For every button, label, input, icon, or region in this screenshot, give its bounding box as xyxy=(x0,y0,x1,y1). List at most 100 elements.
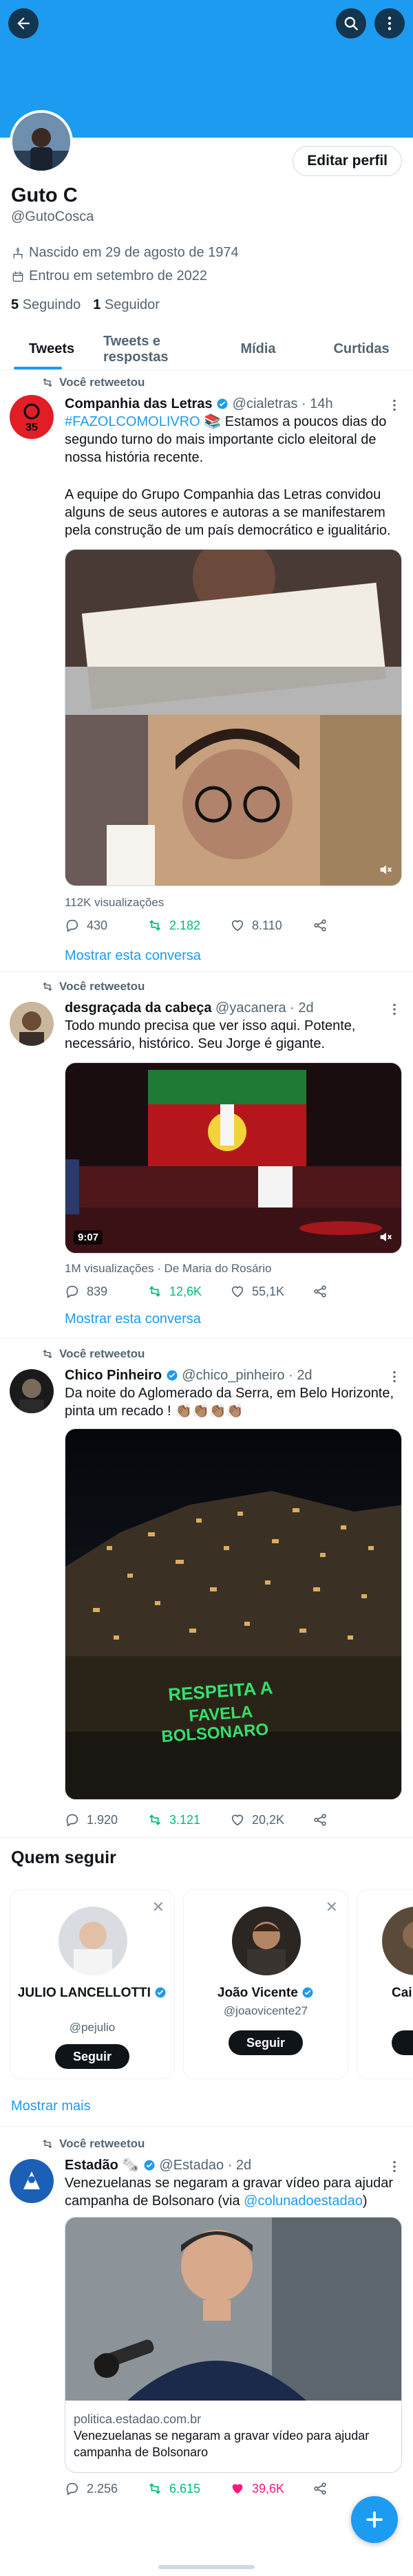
tweet-time[interactable]: 2d xyxy=(236,2158,251,2173)
more-options-button[interactable] xyxy=(374,8,405,39)
follow-button[interactable]: Seguir xyxy=(228,2030,304,2055)
tweet-author[interactable]: Chico Pinheiro xyxy=(65,1368,162,1383)
retweet-button[interactable]: 6.615 xyxy=(147,2481,230,2496)
tweet-video[interactable]: 9:07 xyxy=(65,1062,402,1254)
follow-suggestion-card[interactable]: ✕ João Vicente @joaovicente27 Seguir xyxy=(183,1889,348,2079)
video-duration: 9:07 xyxy=(74,1230,103,1245)
retweet-button[interactable]: 3.121 xyxy=(147,1812,230,1827)
like-button[interactable]: 39,6K xyxy=(230,2481,313,2496)
tab-tweets-and-replies[interactable]: Tweets e respostas xyxy=(103,329,206,369)
show-conversation-link[interactable]: Mostrar esta conversa xyxy=(65,1311,201,1327)
link-card[interactable]: politica.estadao.com.br Venezuelanas se … xyxy=(65,2217,402,2473)
hashtag-link[interactable]: #FAZOLCOMOLIVRO xyxy=(65,414,200,429)
like-button[interactable]: 55,1K xyxy=(230,1284,313,1299)
profile-avatar[interactable] xyxy=(10,110,73,173)
tweet-author[interactable]: desgraçada da cabeça xyxy=(65,1000,211,1016)
like-icon xyxy=(231,1814,244,1826)
tab-media[interactable]: Mídia xyxy=(206,329,310,369)
reply-button[interactable]: 1.920 xyxy=(65,1812,147,1827)
reply-button[interactable]: 839 xyxy=(65,1284,147,1299)
tweet-author[interactable]: Companhia das Letras xyxy=(65,396,213,411)
tweet-text: #FAZOLCOMOLIVRO 📚 Estamos a poucos dias … xyxy=(65,414,390,465)
share-button[interactable] xyxy=(313,918,395,933)
follow-suggestion-card[interactable]: ✕ JULIO LANCELLOTTI @pejulio Seguir xyxy=(10,1889,175,2079)
edit-profile-button[interactable]: Editar perfil xyxy=(293,146,402,176)
retweet-icon xyxy=(149,2483,160,2494)
tab-likes[interactable]: Curtidas xyxy=(310,329,413,369)
suggestion-name[interactable]: JULIO LANCELLOTTI xyxy=(10,1985,174,2001)
follow-button[interactable] xyxy=(392,2030,413,2055)
suggestion-name[interactable]: Cai xyxy=(392,1985,413,2001)
search-button[interactable] xyxy=(336,8,366,39)
following-link[interactable]: 5 Seguindo xyxy=(11,297,81,313)
back-button[interactable] xyxy=(8,8,39,39)
tweet-text: Todo mundo precisa que ver isso aqui. Po… xyxy=(65,1018,360,1051)
tweet-avatar[interactable] xyxy=(10,2159,54,2203)
tweet-handle[interactable]: @cialetras xyxy=(233,396,298,411)
tweet-avatar[interactable] xyxy=(10,1369,54,1413)
tweet-handle[interactable]: @yacanera xyxy=(215,1000,286,1016)
share-button[interactable] xyxy=(313,1812,395,1827)
tweet-header: desgraçada da cabeça @yacanera · 2d xyxy=(65,1000,314,1016)
tweet-views: 1M visualizações · De Maria do Rosário xyxy=(65,1262,272,1275)
who-to-follow-title: Quem seguir xyxy=(11,1848,116,1867)
retweet-icon xyxy=(43,1349,52,1359)
tweet-handle[interactable]: @Estadao xyxy=(159,2158,224,2173)
tweet-avatar[interactable] xyxy=(10,1002,54,1046)
retweet-icon xyxy=(149,1286,160,1297)
tweet-text: Venezuelanas se negaram a gravar vídeo p… xyxy=(65,2176,397,2209)
suggestion-avatar xyxy=(59,1907,127,1975)
reply-button[interactable]: 2.256 xyxy=(65,2481,147,2496)
calendar-icon xyxy=(12,271,23,281)
tweet-actions: 1.920 3.121 20,2K xyxy=(65,1812,395,1827)
tweet-text: Da noite do Aglomerado da Serra, em Belo… xyxy=(65,1386,398,1419)
birthday-text: Nascido em 29 de agosto de 1974 xyxy=(29,245,239,260)
compose-icon xyxy=(366,2511,383,2528)
follow-suggestion-card[interactable]: Cai xyxy=(357,1889,413,2079)
tab-tweets[interactable]: Tweets xyxy=(0,329,103,369)
tweet-avatar[interactable]: 35 xyxy=(10,395,54,439)
dismiss-icon[interactable]: ✕ xyxy=(326,1898,338,1916)
show-conversation-link[interactable]: Mostrar esta conversa xyxy=(65,948,201,964)
show-more-link[interactable]: Mostrar mais xyxy=(11,2099,91,2114)
tweet-time[interactable]: 14h xyxy=(310,396,332,411)
reply-icon xyxy=(66,1285,78,1298)
tweet-more-icon[interactable] xyxy=(387,2159,402,2174)
like-icon xyxy=(231,1286,244,1298)
share-button[interactable] xyxy=(313,2481,395,2496)
like-icon xyxy=(232,2484,243,2494)
tweet-more-icon[interactable] xyxy=(387,398,402,413)
tweet-time[interactable]: 2d xyxy=(297,1368,312,1383)
retweet-button[interactable]: 2.182 xyxy=(147,918,230,933)
tweet-handle[interactable]: @chico_pinheiro xyxy=(182,1368,284,1383)
share-button[interactable] xyxy=(313,1284,395,1299)
retweet-indicator: Você retweetou xyxy=(41,2137,145,2151)
verified-icon xyxy=(302,1987,313,1998)
tweet-author[interactable]: Estadão xyxy=(65,2158,118,2173)
divider xyxy=(0,2126,413,2127)
reply-button[interactable]: 430 xyxy=(65,918,147,933)
tweet-header: Chico Pinheiro @chico_pinheiro · 2d xyxy=(65,1368,313,1383)
retweet-button[interactable]: 12,6K xyxy=(147,1284,230,1299)
suggestion-name[interactable]: João Vicente xyxy=(184,1985,348,2001)
share-icon xyxy=(314,1814,326,1826)
dismiss-icon[interactable]: ✕ xyxy=(152,1898,165,1916)
tweet-image[interactable]: RESPEITA A FAVELA BOLSONARO xyxy=(65,1428,402,1800)
follow-button[interactable]: Seguir xyxy=(54,2044,130,2069)
mute-icon[interactable] xyxy=(378,862,393,877)
birthday-icon xyxy=(13,246,23,258)
mute-icon[interactable] xyxy=(378,1230,393,1245)
followers-link[interactable]: 1 Seguidor xyxy=(93,297,160,313)
mention-link[interactable]: @colunadoestadao xyxy=(244,2193,363,2209)
tweet-more-icon[interactable] xyxy=(387,1002,402,1017)
tweet-more-icon[interactable] xyxy=(387,1369,402,1384)
tweet-video[interactable] xyxy=(65,549,402,886)
retweet-icon xyxy=(149,1814,160,1825)
suggestion-avatar xyxy=(232,1907,301,1975)
tweet-time[interactable]: 2d xyxy=(298,1000,313,1016)
like-button[interactable]: 8.110 xyxy=(230,918,313,933)
compose-tweet-button[interactable] xyxy=(351,2496,398,2543)
suggestion-handle: @joaovicente27 xyxy=(223,2004,308,2017)
like-button[interactable]: 20,2K xyxy=(230,1812,313,1827)
retweet-icon xyxy=(43,982,52,991)
